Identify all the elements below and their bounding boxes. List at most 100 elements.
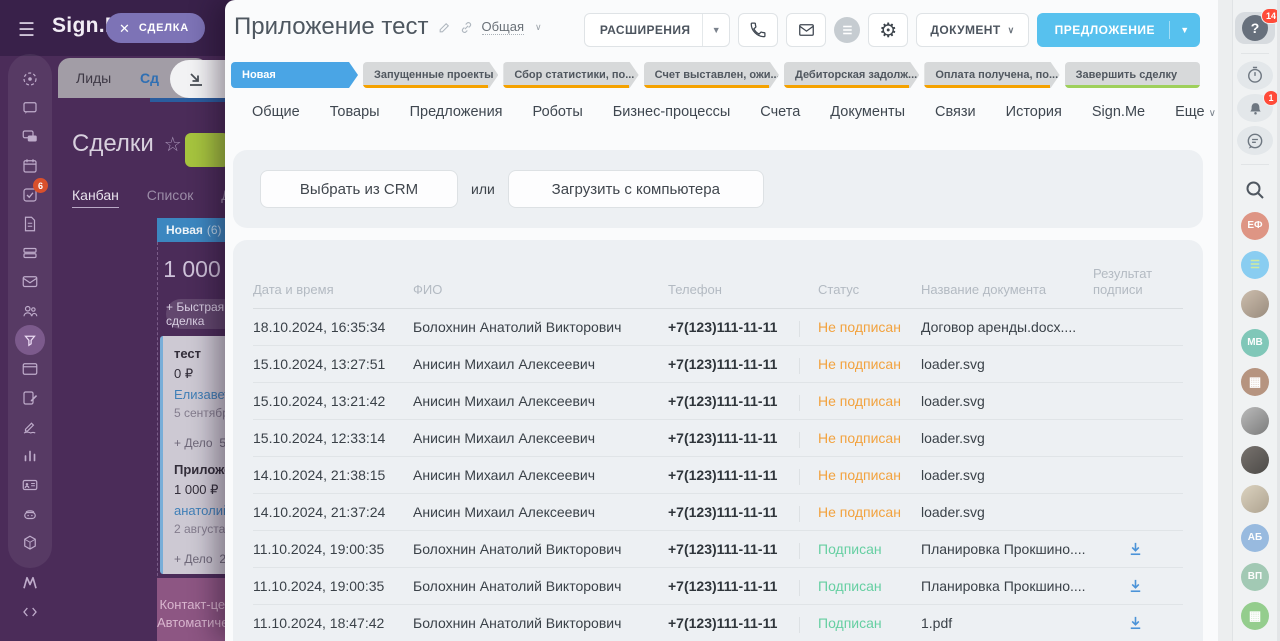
slider-entity-pill[interactable]: ✕ СДЕЛКА <box>106 13 205 43</box>
contact-card-icon[interactable] <box>8 470 52 499</box>
status-badge: Подписан <box>818 615 921 631</box>
cell-datetime: 15.10.2024, 13:27:51 <box>253 356 413 372</box>
pipeline-stage[interactable]: Сбор статистики, по... <box>503 62 638 88</box>
status-badge: Не подписан <box>818 430 921 446</box>
tab-more[interactable]: Еще∨ <box>1175 104 1216 120</box>
automation-cube-icon[interactable] <box>8 528 52 557</box>
avatar[interactable] <box>1241 485 1269 513</box>
mail-icon[interactable] <box>8 267 52 296</box>
crm-funnel-icon[interactable] <box>8 325 52 354</box>
marketplace-icon[interactable] <box>20 574 40 592</box>
avatar[interactable] <box>1241 446 1269 474</box>
chevron-down-icon[interactable]: ▼ <box>703 25 729 35</box>
detail-tab[interactable]: Товары <box>330 104 380 120</box>
menu-icon[interactable]: ☰ <box>18 19 40 42</box>
chat-disabled-icon[interactable]: ☰ <box>834 17 860 43</box>
email-button[interactable] <box>786 13 826 47</box>
table-body: 18.10.2024, 16:35:34 Болохнин Анатолий В… <box>253 309 1183 641</box>
pipeline-stage[interactable]: Счет выставлен, ожи... <box>644 62 779 88</box>
cell-name: Анисин Михаил Алексеевич <box>413 467 668 483</box>
pipeline-stage[interactable]: Запущенные проекты <box>363 62 498 88</box>
pipeline-stage[interactable]: Дебиторская задолж... <box>784 62 919 88</box>
detail-tab[interactable]: Связи <box>935 104 976 120</box>
document-button[interactable]: ДОКУМЕНТ ∨ <box>916 13 1028 47</box>
call-button[interactable] <box>738 13 778 47</box>
avatar[interactable] <box>1241 368 1269 396</box>
calendar-icon[interactable] <box>8 151 52 180</box>
pipeline-stage[interactable]: Новая <box>231 62 358 88</box>
view-list[interactable]: Список <box>147 187 194 203</box>
developer-icon[interactable] <box>20 604 40 620</box>
doc-edit-icon[interactable] <box>8 383 52 412</box>
minimize-slider-button[interactable] <box>170 60 228 98</box>
tab-deals[interactable]: Сд <box>140 70 159 86</box>
settings-button[interactable]: ⚙ <box>868 13 908 47</box>
avatar[interactable] <box>1241 251 1269 279</box>
search-button[interactable] <box>1243 178 1267 202</box>
divider <box>1241 53 1269 54</box>
chevron-down-icon[interactable]: ▼ <box>1170 25 1200 35</box>
cell-phone: +7(123)111-11-11 <box>668 615 818 631</box>
download-button[interactable] <box>1123 538 1147 560</box>
mobile-app-icon[interactable] <box>8 499 52 528</box>
pipeline-stage[interactable]: Оплата получена, по... <box>924 62 1059 88</box>
help-button[interactable]: ? 14 <box>1235 12 1275 44</box>
cell-name: Болохнин Анатолий Викторович <box>413 615 668 631</box>
add-deal-button[interactable] <box>185 133 229 167</box>
signature-icon[interactable] <box>8 412 52 441</box>
avatar[interactable]: МВ <box>1241 329 1269 357</box>
documents-table-card: Дата и время ФИО Телефон Статус Название… <box>233 240 1203 641</box>
view-kanban[interactable]: Канбан <box>72 187 119 208</box>
detail-tab[interactable]: Документы <box>830 104 905 120</box>
upload-from-computer-button[interactable]: Загрузить с компьютера <box>508 170 764 208</box>
document-icon[interactable] <box>8 209 52 238</box>
chat-icon[interactable] <box>8 122 52 151</box>
detail-tab[interactable]: Роботы <box>533 104 583 120</box>
drive-icon[interactable] <box>8 238 52 267</box>
pipeline-selector[interactable]: Общая <box>482 19 525 35</box>
favorite-star-icon[interactable]: ☆ <box>164 134 182 156</box>
avatar[interactable]: ЕФ <box>1241 212 1269 240</box>
offer-button[interactable]: ПРЕДЛОЖЕНИЕ ▼ <box>1037 13 1200 47</box>
avatar[interactable] <box>1241 290 1269 318</box>
detail-tab[interactable]: Общие <box>252 104 300 120</box>
detail-tab[interactable]: Sign.Me <box>1092 104 1145 120</box>
detail-tab[interactable]: Предложения <box>410 104 503 120</box>
download-button[interactable] <box>1123 612 1147 634</box>
sites-icon[interactable] <box>8 354 52 383</box>
add-todo-link[interactable]: + Дело <box>174 436 213 450</box>
close-icon[interactable]: ✕ <box>119 22 130 35</box>
table-row: 15.10.2024, 13:21:42 Анисин Михаил Алекс… <box>253 383 1183 420</box>
notifications-button[interactable]: 1 <box>1237 94 1273 123</box>
pipeline-stage[interactable]: Завершить сделку <box>1065 62 1200 88</box>
col-status: Статус <box>818 282 921 298</box>
copy-link-icon[interactable] <box>460 21 473 34</box>
avatar[interactable]: АБ <box>1241 524 1269 552</box>
chats-button[interactable] <box>1237 126 1273 155</box>
avatar[interactable] <box>1241 602 1269 630</box>
table-row: 14.10.2024, 21:38:15 Анисин Михаил Алекс… <box>253 457 1183 494</box>
messenger-icon[interactable] <box>8 93 52 122</box>
detail-tab[interactable]: Бизнес-процессы <box>613 104 731 120</box>
extensions-button[interactable]: РАСШИРЕНИЯ ▼ <box>584 13 731 47</box>
upload-card: Выбрать из CRM или Загрузить с компьютер… <box>233 150 1203 228</box>
avatar[interactable]: ВП <box>1241 563 1269 591</box>
crm-clients-icon[interactable] <box>8 296 52 325</box>
add-todo-link[interactable]: + Дело <box>174 552 213 566</box>
analytics-icon[interactable] <box>8 441 52 470</box>
avatar[interactable] <box>1241 407 1269 435</box>
cell-name: Анисин Михаил Алексеевич <box>413 393 668 409</box>
edit-pencil-icon[interactable] <box>438 21 451 34</box>
live-feed-icon[interactable] <box>8 64 52 93</box>
cell-phone: +7(123)111-11-11 <box>668 467 818 483</box>
cell-phone: +7(123)111-11-11 <box>668 430 818 446</box>
download-button[interactable] <box>1123 575 1147 597</box>
detail-tab[interactable]: Счета <box>760 104 800 120</box>
detail-tab[interactable]: История <box>1006 104 1062 120</box>
cell-name: Болохнин Анатолий Викторович <box>413 541 668 557</box>
time-tracking-button[interactable] <box>1237 61 1273 90</box>
choose-from-crm-button[interactable]: Выбрать из CRM <box>260 170 458 208</box>
tab-leads[interactable]: Лиды <box>76 70 111 86</box>
chevron-down-icon: ∨ <box>535 22 542 33</box>
tasks-icon[interactable]: 6 <box>8 180 52 209</box>
